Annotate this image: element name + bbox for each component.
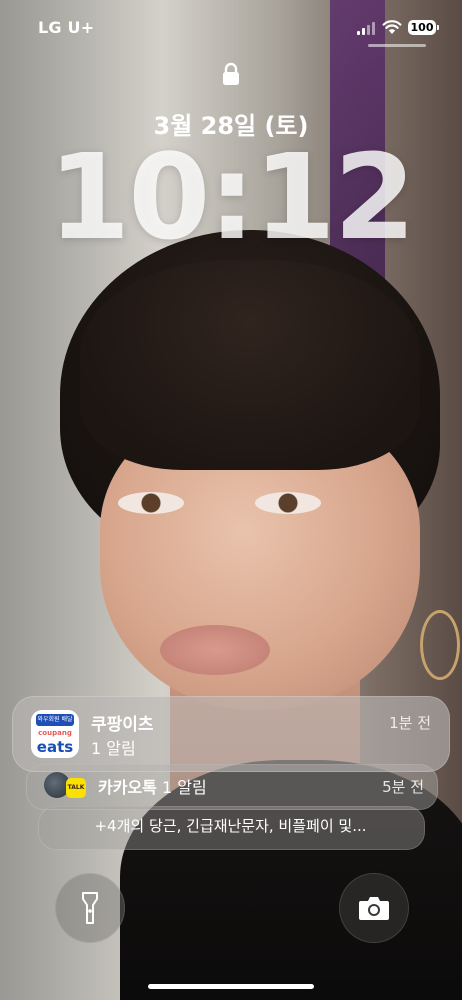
control-center-indicator[interactable] <box>368 44 426 47</box>
wallpaper-left-eye <box>118 492 184 514</box>
flashlight-button[interactable] <box>55 873 125 943</box>
carrier-label: LG U+ <box>38 18 95 37</box>
battery-level: 100 <box>410 21 434 34</box>
app-icon-badge: 와우회원 배달비 0원 <box>36 714 74 735</box>
camera-button[interactable] <box>339 873 409 943</box>
flashlight-icon <box>82 892 98 924</box>
kakaotalk-icon-label: TALK <box>67 784 85 791</box>
camera-icon <box>359 897 389 920</box>
status-bar: LG U+ 100 <box>0 18 462 42</box>
battery-icon: 100 <box>408 20 439 35</box>
notification-summary-text[interactable]: +4개의 당근, 긴급재난문자, 비플페이 및... <box>38 815 423 836</box>
kakao-time: 5분 전 <box>382 778 424 796</box>
kakao-body: 1 알림 <box>161 778 207 797</box>
app-icon-badge-text: 와우회원 <box>37 716 60 723</box>
cellular-signal-icon <box>357 22 375 35</box>
kakao-notification[interactable]: TALK 카카오톡 1 알림 5분 전 <box>44 772 424 800</box>
wifi-icon <box>382 20 402 34</box>
wallpaper-right-eye <box>255 492 321 514</box>
wallpaper-lips <box>160 625 270 675</box>
wallpaper-earring <box>420 610 460 680</box>
coupang-eats-app-icon: 와우회원 배달비 0원 coupang eats <box>31 710 79 758</box>
kakao-notification-text: 카카오톡 1 알림 <box>98 774 207 798</box>
home-indicator[interactable] <box>148 984 314 989</box>
notification-app-name: 쿠팡이츠 <box>91 715 154 735</box>
notification-body: 1 알림 <box>91 739 136 758</box>
app-icon-brand-top: coupang <box>38 729 72 737</box>
kakao-app-name: 카카오톡 <box>98 778 157 797</box>
lock-time: 10:12 <box>48 128 416 266</box>
app-icon-brand-main: eats <box>36 738 74 756</box>
wallpaper-fringe <box>80 260 420 470</box>
lock-icon <box>223 62 239 85</box>
kakaotalk-app-icon: TALK <box>66 778 86 798</box>
coupang-eats-notification[interactable]: 와우회원 배달비 0원 coupang eats 쿠팡이츠 1 알림 1분 전 <box>12 696 450 772</box>
notification-time: 1분 전 <box>389 714 431 732</box>
